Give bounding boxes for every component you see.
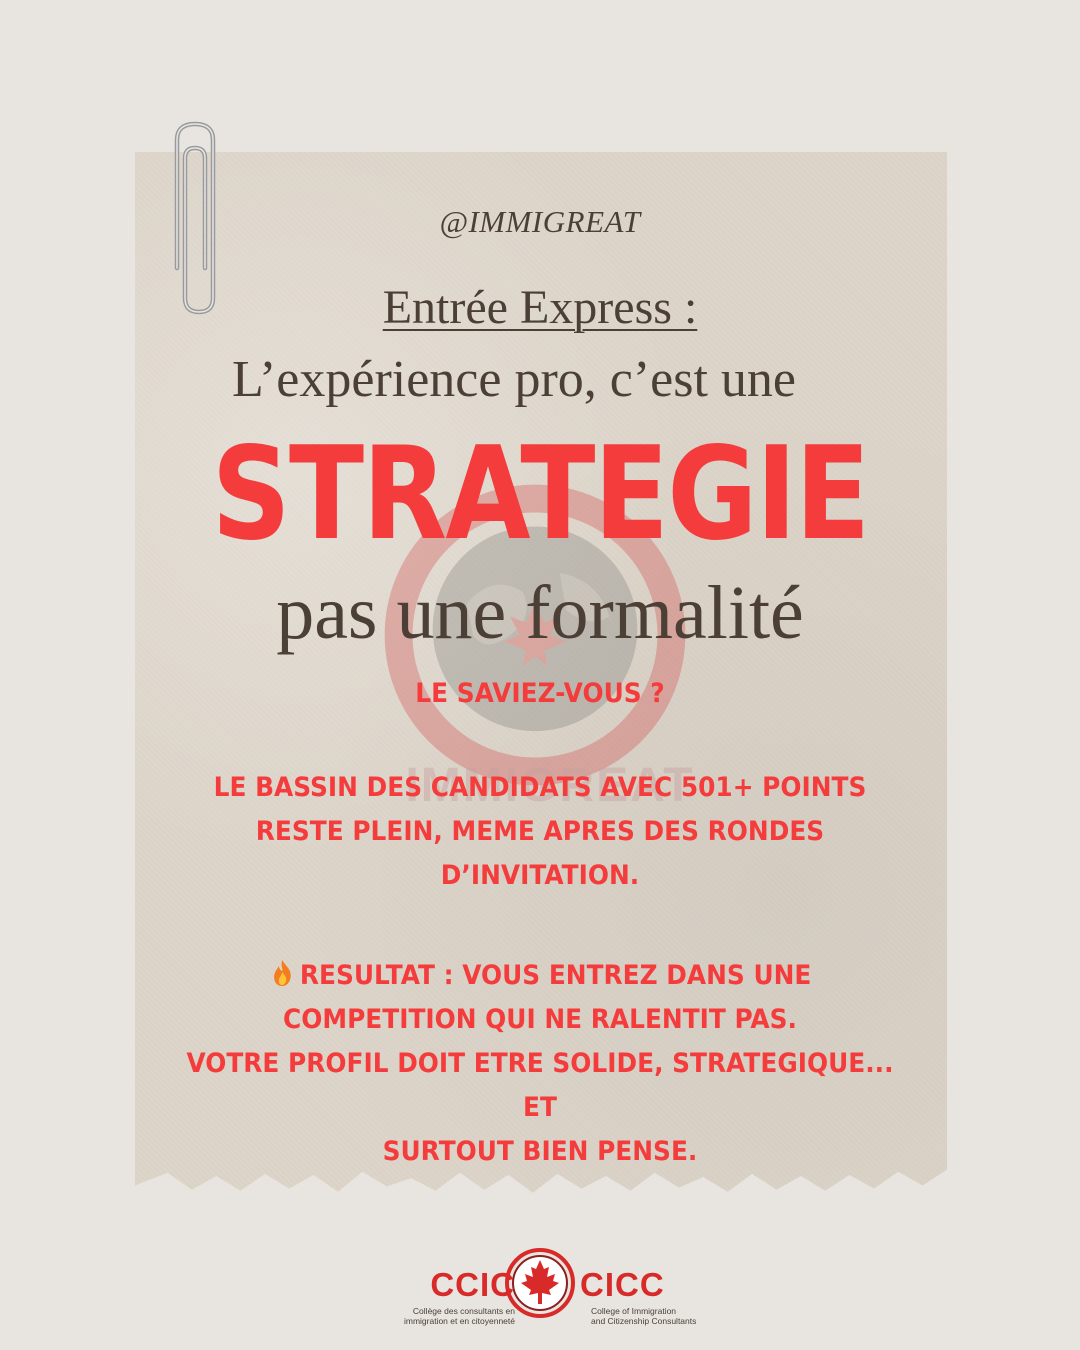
fire-icon: [274, 960, 291, 986]
saviez-vous-heading: LE SAVIEZ-VOUS ?: [415, 678, 665, 709]
account-handle: @IMMIGREAT: [439, 204, 641, 239]
logo-cicc-text: CICC: [580, 1266, 665, 1303]
logo-subtitle-en-line: College of Immigration: [591, 1306, 677, 1316]
logo-subtitle-fr-line: immigration et en citoyenneté: [403, 1316, 515, 1326]
logo-subtitle-fr: Collège des consultants en immigration e…: [375, 1306, 515, 1326]
bassin-line: D’INVITATION.: [440, 860, 640, 891]
title-line-2: L’expérience pro, c’est une: [231, 351, 797, 408]
logo-subtitle-en-line: and Citizenship Consultants: [591, 1316, 697, 1326]
bassin-paragraph: LE BASSIN DES CANDIDATS AVEC 501+ POINTS…: [172, 766, 908, 898]
bassin-line: LE BASSIN DES CANDIDATS AVEC 501+ POINTS: [213, 772, 867, 803]
resultat-paragraph: RESULTAT : VOUS ENTREZ DANS UNE COMPETIT…: [172, 954, 908, 1174]
title-line-1-text: Entrée Express :: [382, 281, 698, 334]
title-line-1: Entrée Express :: [0, 280, 1080, 335]
logo-subtitle-en: College of Immigration and Citizenship C…: [591, 1306, 741, 1326]
title-strategie: STRATEGIE: [211, 420, 870, 569]
resultat-line: VOTRE PROFIL DOIT ETRE SOLIDE, STRATEGIQ…: [186, 1048, 894, 1123]
title-line-3: pas une formalité: [276, 571, 804, 655]
bassin-line: RESTE PLEIN, MEME APRES DES RONDES: [255, 816, 825, 847]
resultat-line: COMPETITION QUI NE RALENTIT PAS.: [283, 1004, 797, 1035]
resultat-line-first: RESULTAT : VOUS ENTREZ DANS UNE: [172, 954, 908, 998]
ccic-cicc-logo: CCIC CICC Collège des consultants en imm…: [385, 1246, 696, 1336]
resultat-line: SURTOUT BIEN PENSE.: [382, 1136, 698, 1167]
logo-subtitle-fr-line: Collège des consultants en: [412, 1306, 515, 1316]
resultat-line: RESULTAT : VOUS ENTREZ DANS UNE: [299, 960, 812, 991]
logo-ccic-text: CCIC: [430, 1266, 515, 1303]
